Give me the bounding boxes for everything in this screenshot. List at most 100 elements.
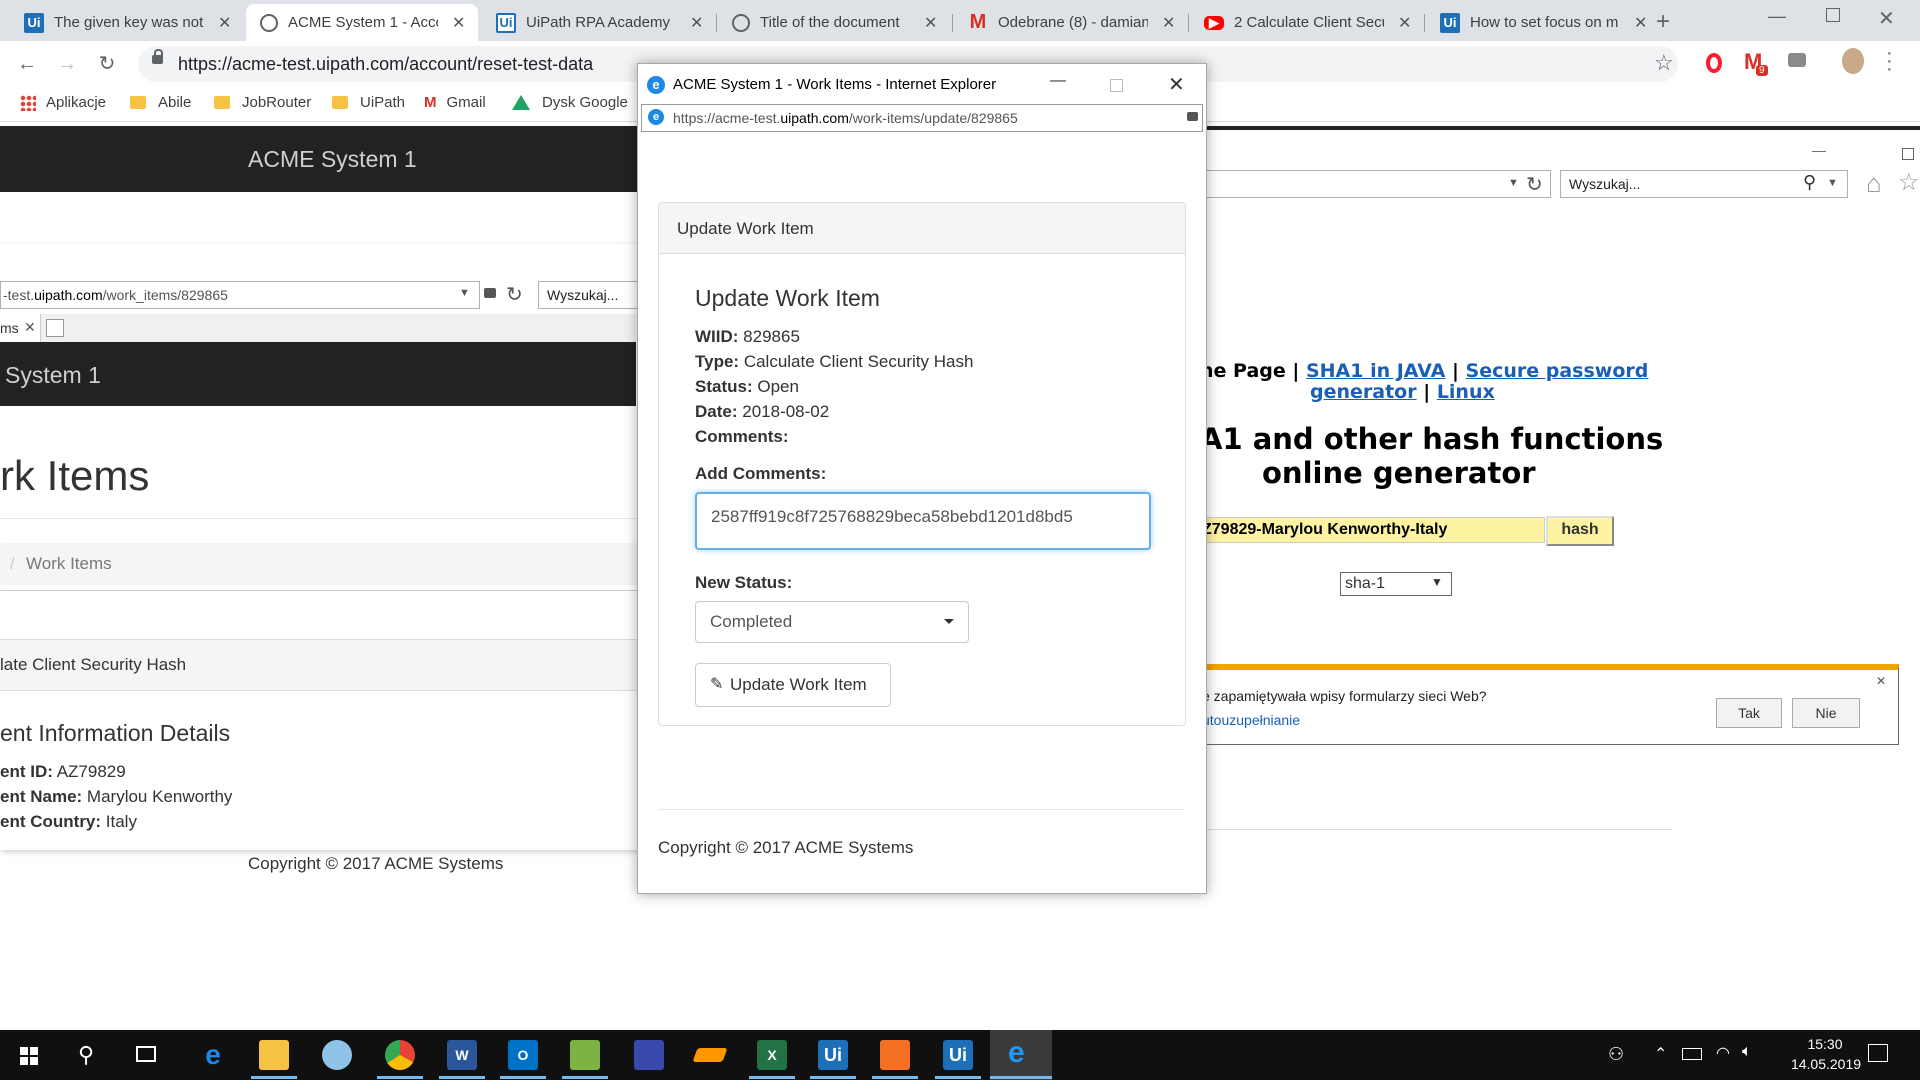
ie-address-bar[interactable]: -test.uipath.com/work_items/829865 ▼ <box>0 281 480 309</box>
word-icon[interactable]: W <box>447 1040 477 1070</box>
acme-inner-brand[interactable]: System 1 <box>5 362 101 389</box>
new-tab-plus-icon[interactable]: + <box>1656 8 1670 36</box>
ie-address-bar[interactable]: e https://acme-test.uipath.com/work-item… <box>641 104 1203 132</box>
maximize-icon[interactable] <box>1110 79 1123 92</box>
notification-icon[interactable] <box>1868 1044 1888 1062</box>
bookmark-label: Aplikacje <box>46 94 107 111</box>
hash-input[interactable]: Z79829-Marylou Kenworthy-Italy <box>1200 517 1545 543</box>
taskbar-active-item[interactable]: e <box>990 1030 1052 1080</box>
bookmark-uipath[interactable]: UiPath <box>332 94 405 111</box>
bookmark-google-drive[interactable]: Dysk Google <box>512 94 628 111</box>
autocomplete-link[interactable]: utouzupełnianie <box>1202 712 1300 728</box>
browser-tab-6[interactable]: ▶ 2 Calculate Client Secu ✕ <box>1190 4 1422 41</box>
bookmark-apps[interactable]: Aplikacje <box>20 94 106 111</box>
dropdown-arrow-icon[interactable]: ▼ <box>1508 177 1519 189</box>
close-icon[interactable]: ✕ <box>924 13 937 33</box>
bookmark-gmail[interactable]: M Gmail <box>424 94 486 111</box>
acme-navbar: ACME System 1 <box>0 126 660 192</box>
new-status-select[interactable]: Completed <box>695 601 969 643</box>
maximize-icon[interactable] <box>1902 148 1914 160</box>
link-linux[interactable]: Linux <box>1437 381 1495 403</box>
close-icon[interactable]: ✕ <box>1162 13 1175 33</box>
divider <box>1200 829 1672 830</box>
close-icon[interactable]: ✕ <box>1876 674 1886 688</box>
reload-icon[interactable]: ↻ <box>94 51 120 77</box>
browser-tab-7[interactable]: Ui How to set focus on m ✕ <box>1426 4 1658 41</box>
add-comments-input[interactable]: 2587ff919c8f725768829beca58bebd1201d8bd5 <box>695 492 1151 550</box>
hash-button[interactable]: hash <box>1546 516 1614 546</box>
bookmark-star-icon[interactable]: ☆ <box>1654 50 1674 76</box>
ie-search-box[interactable]: Wyszukaj... <box>538 281 638 309</box>
browser-tab-5[interactable]: M Odebrane (8) - damian ✕ <box>954 4 1186 41</box>
close-window-icon[interactable]: ✕ <box>1878 6 1895 31</box>
close-icon[interactable]: ✕ <box>1168 72 1185 97</box>
link-secure-password-2[interactable]: generator <box>1310 381 1417 403</box>
save-icon[interactable] <box>634 1040 664 1070</box>
avatar[interactable] <box>1842 48 1864 74</box>
algorithm-select[interactable]: sha-1 ▼ <box>1340 572 1452 596</box>
edge-icon[interactable]: e <box>198 1039 228 1070</box>
menu-dots-icon[interactable]: · · · <box>1886 43 1893 79</box>
task-view-icon[interactable] <box>136 1046 156 1062</box>
clock-date[interactable]: 14.05.2019 <box>1776 1056 1876 1072</box>
wifi-icon[interactable]: ◠ <box>1716 1043 1730 1063</box>
camera-extension-icon[interactable] <box>1788 53 1806 67</box>
ie-search-box[interactable]: Wyszukaj... ⚲ ▼ <box>1560 170 1848 198</box>
close-icon[interactable]: ✕ <box>1634 13 1647 33</box>
close-icon[interactable]: ✕ <box>690 13 703 33</box>
search-icon[interactable]: ⚲ <box>1803 172 1816 193</box>
notepad-plus-icon[interactable] <box>570 1040 600 1070</box>
close-icon[interactable]: ✕ <box>218 13 231 33</box>
browser-tab-3[interactable]: Ui UiPath RPA Academy ✕ <box>482 4 714 41</box>
file-explorer-icon[interactable] <box>259 1040 289 1070</box>
breadcrumb-item[interactable]: Work Items <box>26 554 112 574</box>
bookmark-jobrouter[interactable]: JobRouter <box>214 94 311 111</box>
minimize-icon[interactable]: — <box>1768 6 1786 27</box>
search-icon[interactable]: ⚲ <box>78 1042 94 1068</box>
outlook-icon[interactable]: O <box>508 1040 538 1070</box>
paint-icon[interactable] <box>322 1040 352 1070</box>
minimize-icon[interactable]: — <box>1812 142 1826 158</box>
uipath-robot-icon[interactable]: Ui <box>943 1040 973 1070</box>
clock-time[interactable]: 15:30 <box>1790 1036 1860 1052</box>
close-icon[interactable]: ✕ <box>1398 13 1411 33</box>
battery-icon[interactable] <box>1682 1048 1702 1060</box>
refresh-icon[interactable]: ↻ <box>506 282 523 307</box>
chrome-icon[interactable] <box>385 1040 415 1070</box>
no-button[interactable]: Nie <box>1792 698 1860 728</box>
uipath-studio-icon[interactable]: Ui <box>818 1040 848 1070</box>
dropdown-arrow-icon[interactable]: ▼ <box>459 287 470 299</box>
refresh-icon[interactable]: ↻ <box>1526 172 1543 197</box>
new-tab-icon[interactable] <box>46 319 64 337</box>
close-icon[interactable]: ✕ <box>24 319 36 336</box>
excel-icon[interactable]: X <box>757 1040 787 1070</box>
sublime-icon[interactable] <box>692 1048 728 1062</box>
link-sha1-java[interactable]: SHA1 in JAVA <box>1306 360 1445 382</box>
client-name-value: Marylou Kenworthy <box>86 787 233 806</box>
back-arrow-icon[interactable]: ← <box>14 51 40 77</box>
link-secure-password-1[interactable]: Secure password <box>1466 360 1649 382</box>
ie-address-bar[interactable]: ▼ ↻ <box>1200 170 1551 198</box>
volume-icon[interactable]: 🔈︎ <box>1742 1043 1752 1061</box>
browser-tab-2[interactable]: ACME System 1 - Accou ✕ <box>246 4 478 41</box>
chevron-up-icon[interactable]: ⌃ <box>1654 1044 1667 1064</box>
dropdown-arrow-icon[interactable]: ▼ <box>1827 177 1838 189</box>
forward-arrow-icon[interactable]: → <box>54 51 80 77</box>
windows-start-icon[interactable] <box>20 1047 38 1065</box>
update-work-item-button[interactable]: ✎ Update Work Item <box>695 663 891 707</box>
people-icon[interactable]: ⚇ <box>1608 1044 1624 1065</box>
opera-extension-icon[interactable] <box>1706 53 1722 73</box>
browser-tab-1[interactable]: Ui The given key was not p ✕ <box>10 4 242 41</box>
restore-icon[interactable] <box>1826 8 1840 22</box>
yes-button[interactable]: Tak <box>1716 698 1782 728</box>
favorites-star-icon[interactable]: ☆ <box>1898 168 1920 197</box>
orchestrator-icon[interactable] <box>880 1040 910 1070</box>
acme-brand[interactable]: ACME System 1 <box>248 146 417 173</box>
minimize-icon[interactable]: — <box>1050 72 1066 90</box>
bookmark-abile[interactable]: Abile <box>130 94 191 111</box>
home-icon[interactable]: ⌂ <box>1866 168 1882 199</box>
active-indicator <box>500 1076 546 1079</box>
browser-tab-4[interactable]: Title of the document ✕ <box>718 4 950 41</box>
close-icon[interactable]: ✕ <box>452 13 465 33</box>
ie-tab[interactable]: ms ✕ <box>0 314 41 342</box>
